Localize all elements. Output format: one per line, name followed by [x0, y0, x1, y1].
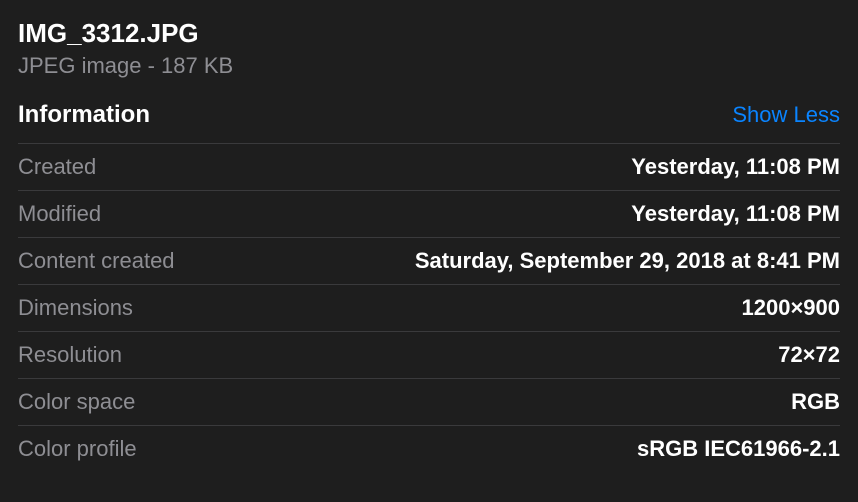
- info-value: RGB: [791, 389, 840, 415]
- info-row-created: Created Yesterday, 11:08 PM: [18, 143, 840, 190]
- file-name: IMG_3312.JPG: [18, 18, 840, 49]
- info-row-resolution: Resolution 72×72: [18, 331, 840, 378]
- file-meta: JPEG image - 187 KB: [18, 53, 840, 79]
- info-label: Color space: [18, 389, 135, 415]
- file-header: IMG_3312.JPG JPEG image - 187 KB: [0, 0, 858, 93]
- info-label: Modified: [18, 201, 101, 227]
- info-label: Content created: [18, 248, 175, 274]
- info-label: Created: [18, 154, 96, 180]
- info-row-dimensions: Dimensions 1200×900: [18, 284, 840, 331]
- show-less-button[interactable]: Show Less: [732, 102, 840, 128]
- info-label: Dimensions: [18, 295, 133, 321]
- info-row-color-profile: Color profile sRGB IEC61966-2.1: [18, 425, 840, 472]
- info-label: Color profile: [18, 436, 137, 462]
- info-row-content-created: Content created Saturday, September 29, …: [18, 237, 840, 284]
- file-info-panel: IMG_3312.JPG JPEG image - 187 KB Informa…: [0, 0, 858, 472]
- info-value: sRGB IEC61966-2.1: [637, 436, 840, 462]
- info-label: Resolution: [18, 342, 122, 368]
- info-value: 72×72: [778, 342, 840, 368]
- information-section-header: Information Show Less: [0, 93, 858, 143]
- info-list: Created Yesterday, 11:08 PM Modified Yes…: [0, 143, 858, 472]
- info-value: Yesterday, 11:08 PM: [631, 201, 840, 227]
- info-value: Saturday, September 29, 2018 at 8:41 PM: [415, 248, 840, 274]
- info-value: 1200×900: [742, 295, 841, 321]
- section-title: Information: [18, 101, 150, 129]
- info-row-modified: Modified Yesterday, 11:08 PM: [18, 190, 840, 237]
- info-row-color-space: Color space RGB: [18, 378, 840, 425]
- info-value: Yesterday, 11:08 PM: [631, 154, 840, 180]
